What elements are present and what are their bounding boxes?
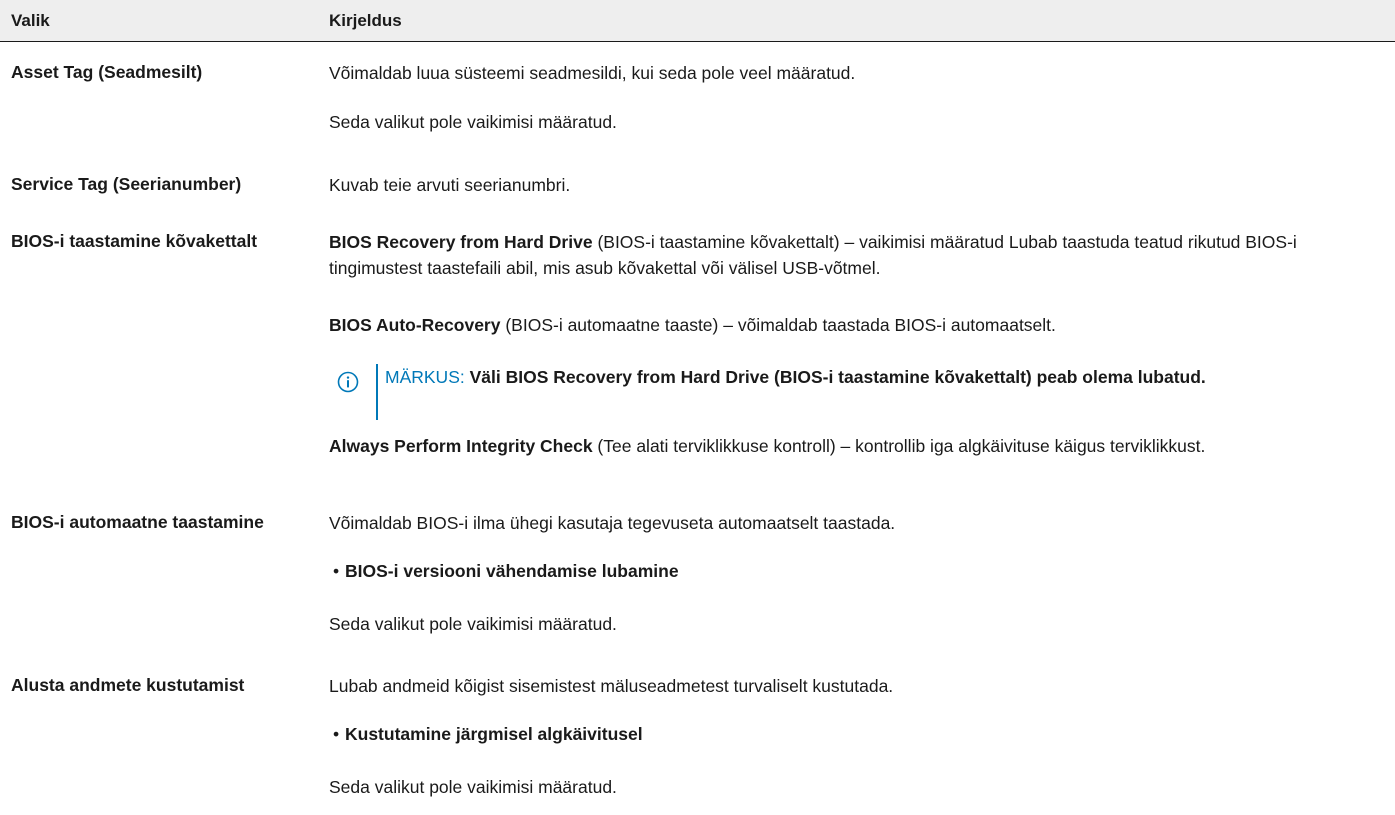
data-wipe-desc: Lubab andmeid kõigist sisemistest mäluse… — [329, 676, 894, 696]
integrity-check-text: (Tee alati terviklikkuse kontroll) – kon… — [592, 436, 1206, 456]
bullet-icon: • — [333, 724, 340, 744]
bios-auto-recovery-default: Seda valikut pole vaikimisi määratud. — [329, 614, 617, 634]
option-bios-auto-recovery: BIOS-i automaatne taastamine — [11, 512, 264, 532]
bullet-icon: • — [333, 561, 340, 581]
data-wipe-default: Seda valikut pole vaikimisi määratud. — [329, 777, 617, 797]
option-data-wipe: Alusta andmete kustutamist — [11, 675, 245, 695]
wipe-next-boot-label: Kustutamine järgmisel algkäivitusel — [345, 724, 643, 744]
bios-downgrade-label: BIOS-i versiooni vähendamise lubamine — [345, 561, 679, 581]
always-perform-integrity-check: Always Perform Integrity Check (Tee alat… — [329, 433, 1379, 459]
integrity-check-label: Always Perform Integrity Check — [329, 436, 593, 456]
bios-auto-recovery-desc: Võimaldab BIOS-i ilma ühegi kasutaja teg… — [329, 513, 896, 533]
